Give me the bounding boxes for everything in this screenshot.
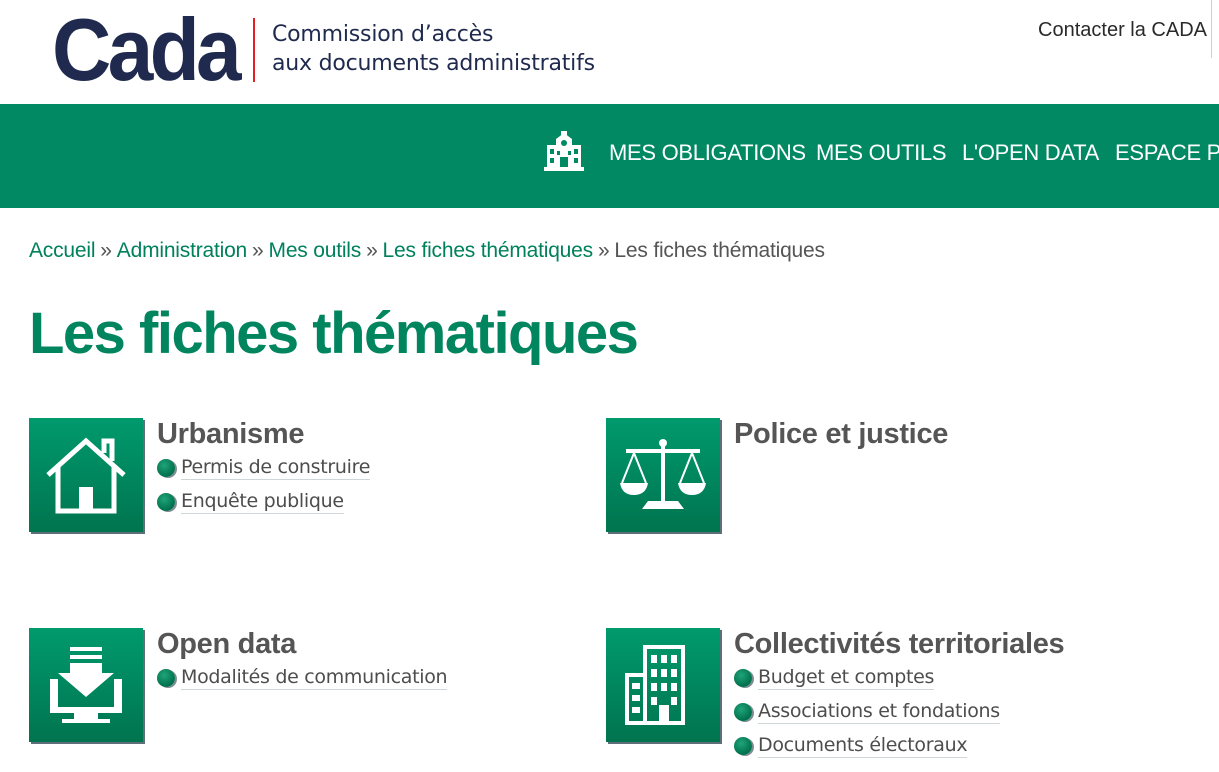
site-header: Cada Commission d’accès aux documents ad… [0, 0, 1219, 104]
logo-divider [253, 18, 255, 82]
nav-item-espace-presse[interactable]: ESPACE PRESSE [1115, 140, 1219, 166]
card-title: Open data [157, 628, 297, 660]
bullet-icon [734, 737, 752, 755]
list-item: Enquête publique [157, 490, 370, 524]
list-item: Associations et fondations [734, 700, 1000, 734]
logo-text: Cada [52, 6, 242, 92]
bullet-icon [157, 493, 175, 511]
building-icon[interactable] [544, 131, 584, 171]
breadcrumb: Accueil» Administration» Mes outils» Les fi… [29, 239, 825, 263]
card-icon-button[interactable] [29, 628, 143, 742]
card-title: Collectivités territoriales [734, 628, 1065, 660]
cada-logo[interactable]: Cada [52, 6, 242, 92]
list-item: Modalités de communication [157, 666, 448, 700]
card-title: Urbanisme [157, 418, 305, 450]
card-title: Police et justice [734, 418, 949, 450]
house-icon [46, 437, 126, 514]
download-computer-icon [50, 647, 122, 723]
tagline-line-2: aux documents administratifs [272, 51, 595, 76]
bullet-icon [734, 703, 752, 721]
card-link[interactable]: Modalités de communication [181, 666, 448, 690]
nav-item-mes-obligations[interactable]: MES OBLIGATIONS [609, 140, 806, 166]
main-nav: MES OBLIGATIONS MES OUTILS L'OPEN DATA E… [0, 104, 1219, 208]
card-link[interactable]: Enquête publique [181, 490, 344, 514]
card-link[interactable]: Documents électoraux [758, 734, 968, 758]
card-urbanisme: Urbanisme Permis de construire Enquête p… [29, 418, 589, 568]
bullet-icon [157, 669, 175, 687]
breadcrumb-separator: » [252, 239, 264, 262]
logo-tagline: Commission d’accès aux documents adminis… [272, 20, 595, 78]
list-item: Budget et comptes [734, 666, 1000, 700]
breadcrumb-current: Les fiches thématiques [614, 239, 825, 262]
card-collectivites-territoriales: Collectivités territoriales Budget et co… [606, 628, 1166, 772]
breadcrumb-administration[interactable]: Administration [117, 239, 247, 262]
bullet-icon [734, 669, 752, 687]
breadcrumb-separator: » [366, 239, 378, 262]
contact-link[interactable]: Contacter la CADA [1038, 19, 1207, 42]
header-divider [1211, 0, 1212, 58]
bullet-icon [157, 459, 175, 477]
breadcrumb-fiches-thematiques[interactable]: Les fiches thématiques [383, 239, 594, 262]
breadcrumb-mes-outils[interactable]: Mes outils [269, 239, 362, 262]
nav-item-mes-outils[interactable]: MES OUTILS [816, 140, 947, 166]
tagline-line-1: Commission d’accès [272, 22, 494, 47]
card-link[interactable]: Budget et comptes [758, 666, 934, 690]
breadcrumb-separator: » [597, 239, 610, 262]
breadcrumb-separator: » [100, 239, 112, 262]
card-link-list: Permis de construire Enquête publique [157, 456, 370, 524]
card-link-list: Modalités de communication [157, 666, 448, 700]
card-icon-button[interactable] [606, 628, 720, 742]
card-link-list: Budget et comptes Associations et fondat… [734, 666, 1000, 768]
card-link[interactable]: Associations et fondations [758, 700, 1000, 724]
page-title: Les fiches thématiques [29, 301, 639, 366]
card-link[interactable]: Permis de construire [181, 456, 370, 480]
breadcrumb-accueil[interactable]: Accueil [29, 239, 95, 262]
card-open-data: Open data Modalités de communication [29, 628, 589, 772]
city-building-icon [625, 645, 685, 725]
card-police-justice: Police et justice [606, 418, 1166, 568]
card-icon-button[interactable] [606, 418, 720, 532]
list-item: Documents électoraux [734, 734, 1000, 768]
scales-icon [620, 439, 706, 509]
card-icon-button[interactable] [29, 418, 143, 532]
list-item: Permis de construire [157, 456, 370, 490]
nav-item-open-data[interactable]: L'OPEN DATA [962, 140, 1099, 166]
